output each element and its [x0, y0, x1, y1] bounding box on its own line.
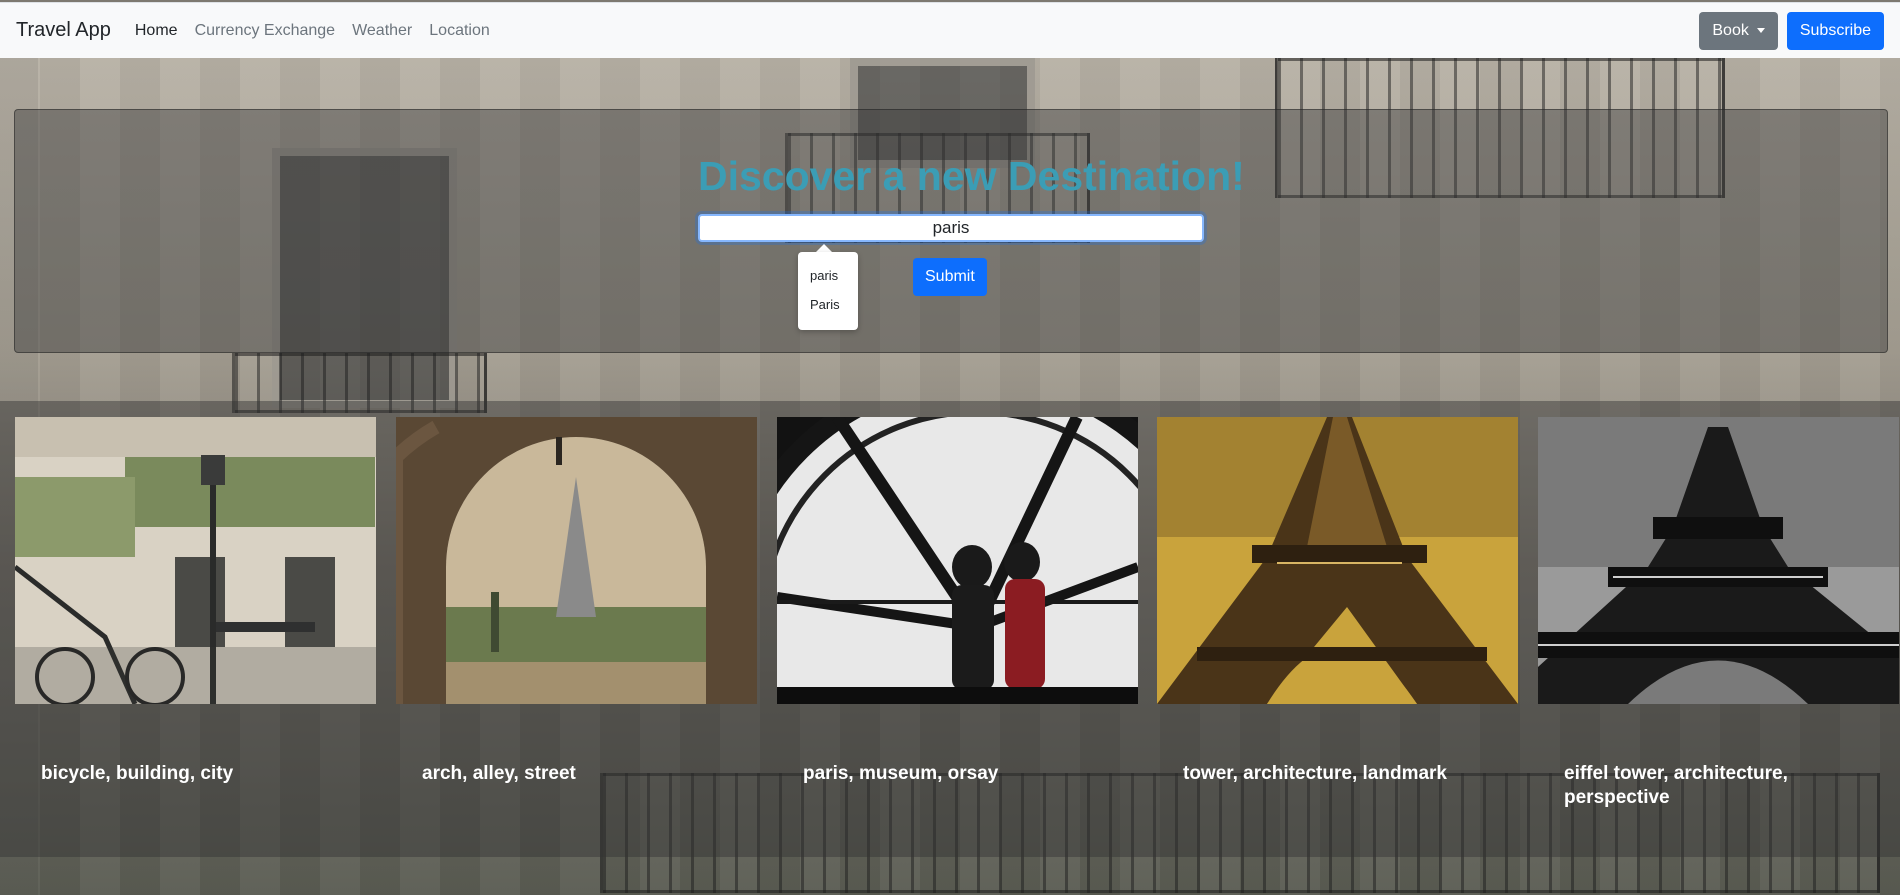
card-caption: paris, museum, orsay [803, 763, 999, 784]
autocomplete-option[interactable]: paris [798, 264, 858, 293]
nav-weather[interactable]: Weather [352, 22, 412, 40]
gallery-card[interactable]: paris, museum, orsay [777, 417, 1138, 784]
brand-logo[interactable]: Travel App [16, 19, 111, 42]
autocomplete-dropdown: paris Paris [798, 252, 858, 330]
page-title: Discover a new Destination! [698, 153, 1245, 199]
gallery-card[interactable]: bicycle, building, city [15, 417, 376, 784]
gallery-card[interactable]: tower, architecture, landmark [1157, 417, 1518, 784]
destination-search-input[interactable] [698, 214, 1204, 242]
autocomplete-option[interactable]: Paris [798, 293, 858, 322]
gallery-card[interactable]: eiffel tower, architecture, perspective [1538, 417, 1899, 808]
eiffel-tower-gold-photo [1157, 417, 1518, 704]
book-dropdown-button[interactable]: Book [1699, 11, 1778, 50]
nav-currency-exchange[interactable]: Currency Exchange [195, 22, 336, 40]
card-caption: bicycle, building, city [41, 763, 234, 784]
eiffel-tower-bw-photo [1538, 417, 1899, 704]
subscribe-button[interactable]: Subscribe [1786, 11, 1884, 50]
chevron-down-icon [1756, 28, 1765, 33]
submit-button[interactable]: Submit [913, 258, 987, 296]
card-caption: tower, architecture, landmark [1183, 763, 1447, 784]
gallery-card[interactable]: arch, alley, street [396, 417, 757, 784]
nav-home[interactable]: Home [135, 22, 178, 40]
card-caption: arch, alley, street [422, 763, 576, 784]
bicycle-building-photo [15, 417, 376, 704]
navbar: Travel App Home Currency Exchange Weathe… [0, 2, 1900, 58]
card-caption: eiffel tower, architecture, perspective [1564, 763, 1788, 808]
book-label: Book [1712, 21, 1749, 39]
nav-location[interactable]: Location [429, 22, 490, 40]
nav-actions: Book Subscribe [1699, 11, 1884, 50]
autocomplete-pointer [816, 244, 832, 252]
arch-alley-photo [396, 417, 757, 704]
orsay-clock-photo [777, 417, 1138, 704]
